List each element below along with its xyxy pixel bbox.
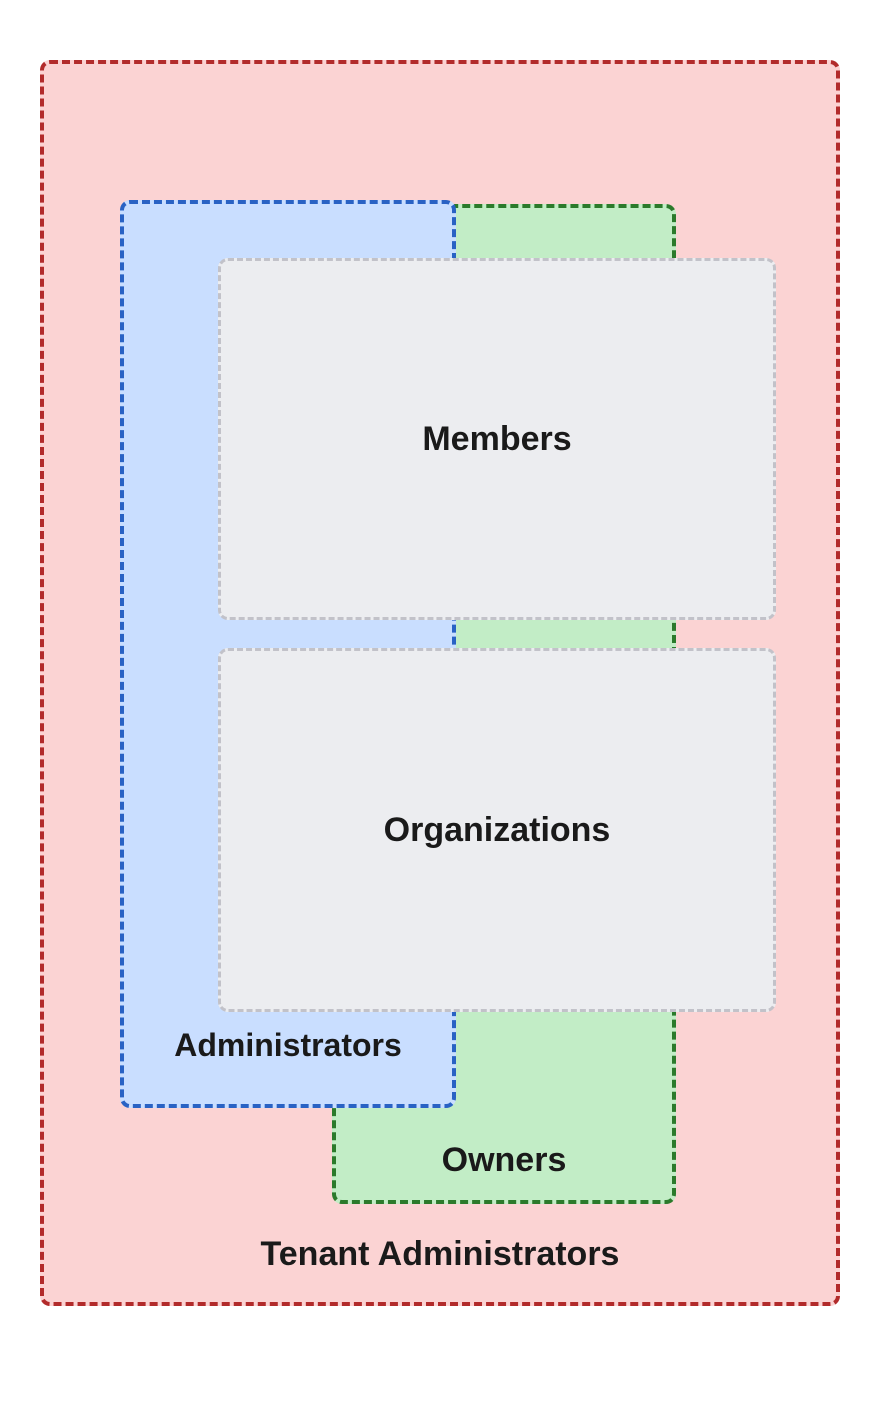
tenant-administrators-label: Tenant Administrators <box>261 1235 620 1302</box>
diagram-canvas: Tenant Administrators Owners Administrat… <box>0 0 884 1412</box>
organizations-box: Organizations <box>218 648 776 1012</box>
members-label: Members <box>422 420 571 459</box>
owners-label: Owners <box>442 1141 567 1200</box>
members-box: Members <box>218 258 776 620</box>
administrators-label: Administrators <box>174 1027 402 1104</box>
organizations-label: Organizations <box>384 811 611 850</box>
